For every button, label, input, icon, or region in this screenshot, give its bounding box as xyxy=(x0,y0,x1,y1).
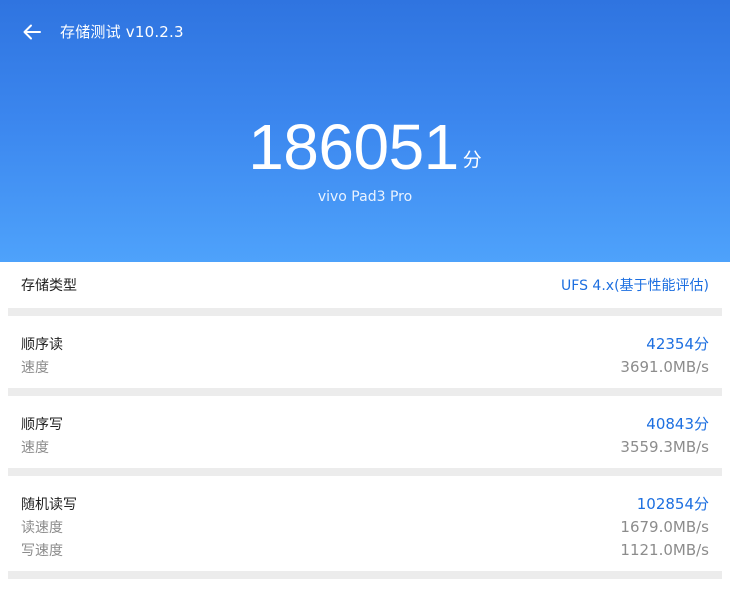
app-title: 存储测试 v10.2.3 xyxy=(60,23,184,41)
random-read-speed-label: 读速度 xyxy=(21,519,63,536)
sequential-read-score: 42354分 xyxy=(646,335,709,353)
score-value: 186051 xyxy=(248,111,459,183)
arrow-left-icon xyxy=(23,24,41,40)
sequential-write-speed: 3559.3MB/s xyxy=(620,437,709,456)
storage-type-label: 存储类型 xyxy=(21,278,77,294)
random-write-speed: 1121.0MB/s xyxy=(620,540,709,559)
random-rw-score: 102854分 xyxy=(636,495,709,513)
sequential-read-speed-label: 速度 xyxy=(21,359,49,376)
separator xyxy=(8,571,722,579)
sequential-write-speed-label: 速度 xyxy=(21,439,49,456)
storage-type-value: UFS 4.x(基于性能评估) xyxy=(561,278,709,294)
score-header: 存储测试 v10.2.3 186051 分 vivo Pad3 Pro xyxy=(0,0,730,262)
score-unit: 分 xyxy=(462,149,482,171)
sequential-write-label: 顺序写 xyxy=(21,416,63,433)
separator xyxy=(8,388,722,396)
random-read-speed: 1679.0MB/s xyxy=(620,517,709,536)
separator xyxy=(8,468,722,476)
sequential-write-score: 40843分 xyxy=(646,415,709,433)
storage-test-page: 存储测试 v10.2.3 186051 分 vivo Pad3 Pro 存储类型… xyxy=(0,0,730,602)
sequential-read-row: 顺序读 42354分 速度 3691.0MB/s xyxy=(8,316,722,388)
sequential-write-row: 顺序写 40843分 速度 3559.3MB/s xyxy=(8,396,722,468)
sequential-read-speed: 3691.0MB/s xyxy=(620,357,709,376)
random-rw-label: 随机读写 xyxy=(21,496,77,513)
separator xyxy=(8,308,722,316)
random-rw-row: 随机读写 102854分 读速度 1679.0MB/s 写速度 1121.0MB… xyxy=(8,476,722,571)
back-button[interactable] xyxy=(18,20,46,44)
sequential-read-label: 顺序读 xyxy=(21,336,63,353)
random-write-speed-label: 写速度 xyxy=(21,542,63,559)
total-score: 186051 分 xyxy=(0,112,730,182)
device-name: vivo Pad3 Pro xyxy=(317,189,413,205)
storage-type-row: 存储类型 UFS 4.x(基于性能评估) xyxy=(8,262,722,308)
results-list: 存储类型 UFS 4.x(基于性能评估) 顺序读 42354分 速度 3691.… xyxy=(8,262,722,579)
